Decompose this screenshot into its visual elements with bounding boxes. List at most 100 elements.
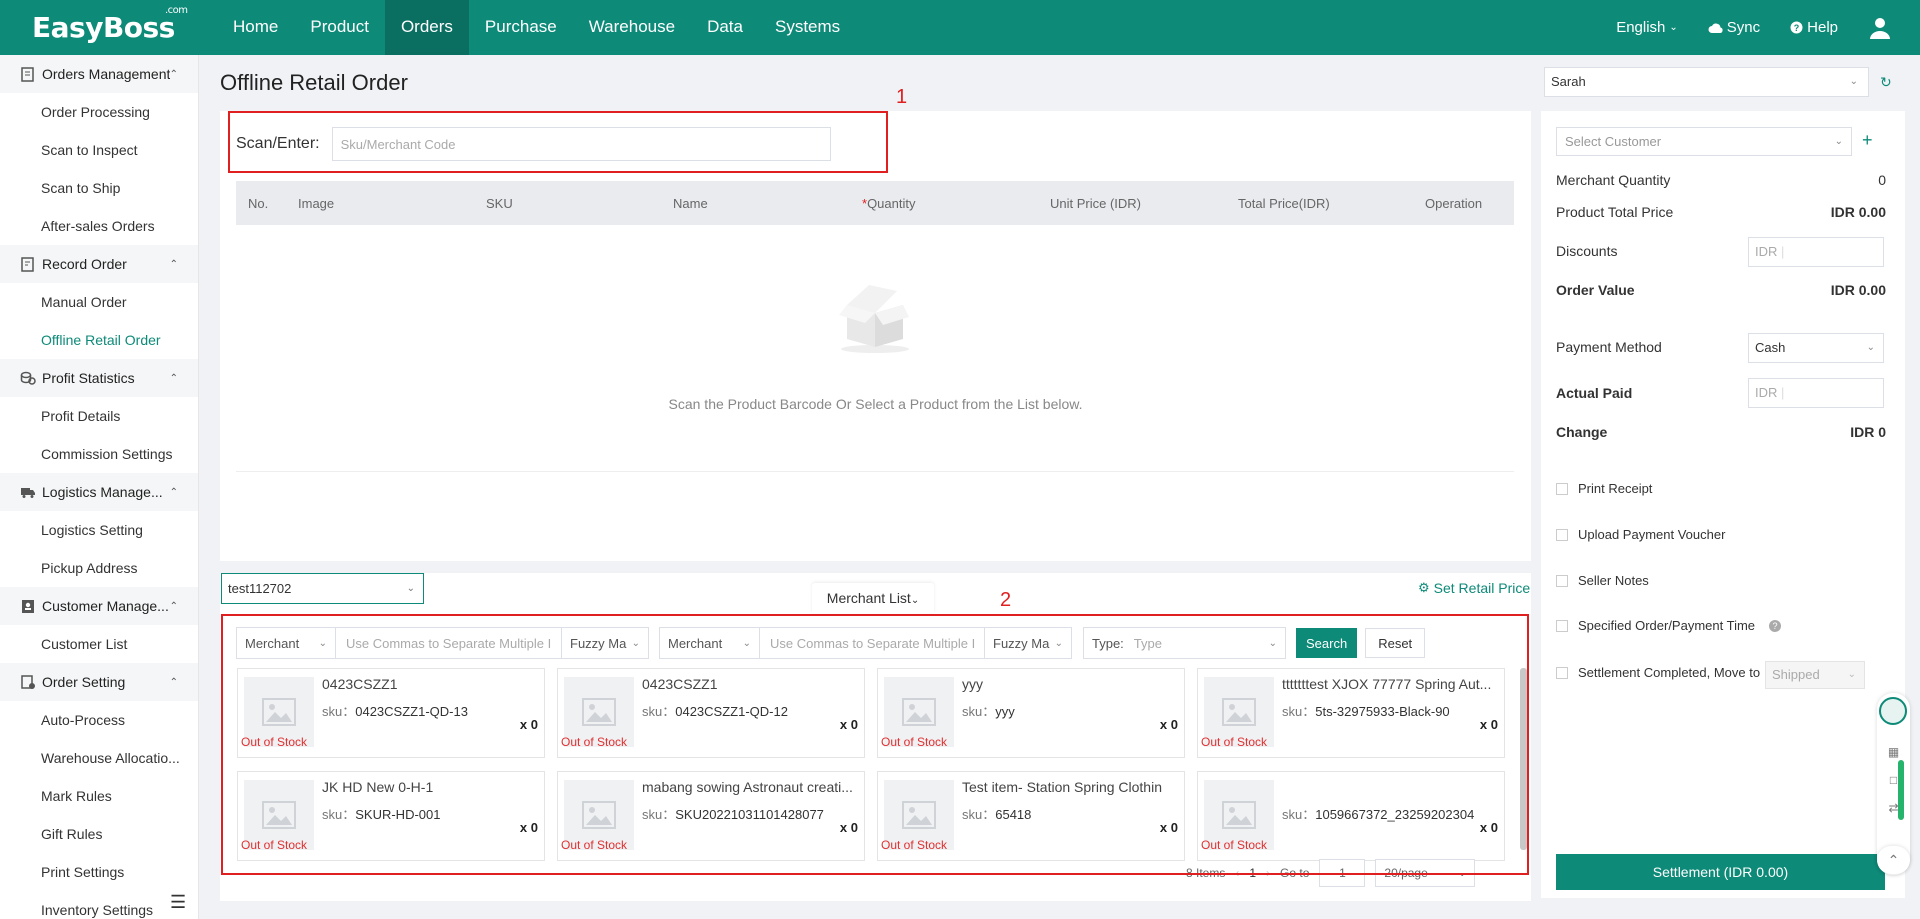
svg-text:?: ? — [1794, 23, 1800, 33]
language-selector[interactable]: English ⌄ — [1616, 19, 1678, 36]
nav-orders[interactable]: Orders — [384, 0, 469, 55]
customer-select[interactable]: Select Customer ⌄ — [1556, 127, 1852, 156]
chevron-down-icon: ⌄ — [1834, 136, 1843, 147]
product-total-row: Product Total Price IDR 0.00 — [1556, 204, 1886, 220]
chevron-up-icon: ⌃ — [169, 677, 178, 688]
col-name: Name — [673, 195, 708, 211]
discounts-input[interactable]: IDR | — [1748, 237, 1884, 267]
col-operation: Operation — [1425, 195, 1483, 211]
sidebar-item-after-sales-orders[interactable]: After-sales Orders — [0, 207, 198, 245]
easyboss-logo[interactable]: EasyBoss .com — [32, 5, 217, 44]
annotation-label-2: 2 — [1000, 589, 1012, 611]
store-select[interactable]: test112702 ⌄ — [221, 573, 424, 604]
merchant-list-tab[interactable]: Merchant List⌄ — [812, 583, 934, 613]
nav-warehouse[interactable]: Warehouse — [573, 0, 691, 55]
nav-systems[interactable]: Systems — [759, 0, 856, 55]
chevron-down-icon: ⌄ — [1669, 22, 1678, 33]
add-customer-icon[interactable]: + — [1862, 130, 1873, 151]
col-quantity: *Quantity — [862, 195, 916, 211]
notebook-icon[interactable]: ▦ — [1888, 745, 1899, 759]
shipped-status-select[interactable]: Shipped ⌄ — [1765, 661, 1865, 689]
annotation-box-1 — [228, 111, 888, 173]
nav-data[interactable]: Data — [691, 0, 759, 55]
sidebar-item-auto-process[interactable]: Auto-Process — [0, 701, 198, 739]
settlement-completed-checkbox[interactable]: Settlement Completed, Move to — [1556, 665, 1760, 680]
sidebar-item-scan-to-inspect[interactable]: Scan to Inspect — [0, 131, 198, 169]
sidebar-group-record-order[interactable]: Record Order ⌃ — [0, 245, 198, 283]
page-title: Offline Retail Order — [220, 70, 408, 95]
nav-home[interactable]: Home — [217, 0, 294, 55]
sidebar-group-profit-statistics[interactable]: Profit Statistics ⌃ — [0, 359, 198, 397]
sidebar-item-gift-rules[interactable]: Gift Rules — [0, 815, 198, 853]
chevron-down-icon: ⌄ — [1849, 76, 1858, 87]
help-icon[interactable]: ? — [1769, 619, 1782, 632]
print-receipt-checkbox[interactable]: Print Receipt — [1556, 481, 1652, 496]
chevron-down-icon: ⌄ — [406, 583, 415, 594]
cloud-sync-icon — [1708, 23, 1723, 33]
actual-paid-row: Actual Paid — [1556, 385, 1633, 401]
set-retail-price-link[interactable]: ⚙ Set Retail Price — [1418, 580, 1530, 596]
sidebar: Orders Management ⌃ Order Processing Sca… — [0, 55, 199, 919]
col-sku: SKU — [486, 195, 513, 211]
sidebar-item-order-processing[interactable]: Order Processing — [0, 93, 198, 131]
col-unit-price: Unit Price (IDR) — [1050, 195, 1142, 211]
checkout-panel — [1541, 111, 1905, 898]
sidebar-item-inventory-settings[interactable]: Inventory Settings — [0, 891, 198, 919]
coins-icon — [20, 371, 36, 385]
help-button[interactable]: ? Help — [1790, 19, 1838, 36]
nav-purchase[interactable]: Purchase — [469, 0, 573, 55]
chevron-up-icon: ⌃ — [169, 259, 178, 270]
order-items-card: Scan/Enter: No. Image SKU Name *Quantity… — [220, 111, 1531, 561]
settings-document-icon — [21, 675, 35, 689]
order-value-row: Order Value IDR 0.00 — [1556, 282, 1886, 298]
refresh-icon[interactable]: ↻ — [1880, 74, 1892, 91]
sidebar-item-mark-rules[interactable]: Mark Rules — [0, 777, 198, 815]
sidebar-item-pickup-address[interactable]: Pickup Address — [0, 549, 198, 587]
sidebar-item-logistics-setting[interactable]: Logistics Setting — [0, 511, 198, 549]
col-image: Image — [298, 195, 335, 211]
payment-method-select[interactable]: Cash ⌄ — [1748, 333, 1884, 363]
sidebar-item-offline-retail-order[interactable]: Offline Retail Order — [0, 321, 198, 359]
main-nav: Home Product Orders Purchase Warehouse D… — [217, 0, 856, 55]
clipboard-icon — [21, 67, 34, 82]
user-avatar-icon[interactable] — [1868, 16, 1892, 40]
sidebar-group-customer-management[interactable]: Customer Manage... ⌃ — [0, 587, 198, 625]
support-avatar[interactable] — [1879, 697, 1907, 725]
sidebar-group-logistics-management[interactable]: Logistics Manage... ⌃ — [0, 473, 198, 511]
section-gap — [220, 561, 1531, 573]
sidebar-item-commission-settings[interactable]: Commission Settings — [0, 435, 198, 473]
upload-voucher-checkbox[interactable]: Upload Payment Voucher — [1556, 527, 1725, 542]
message-icon[interactable]: □ — [1890, 773, 1897, 787]
sidebar-item-profit-details[interactable]: Profit Details — [0, 397, 198, 435]
sidebar-item-scan-to-ship[interactable]: Scan to Ship — [0, 169, 198, 207]
sidebar-item-manual-order[interactable]: Manual Order — [0, 283, 198, 321]
chevron-up-icon: ⌃ — [169, 487, 178, 498]
divider — [236, 471, 1514, 472]
actual-paid-input[interactable]: IDR | — [1748, 378, 1884, 408]
seller-notes-checkbox[interactable]: Seller Notes — [1556, 573, 1649, 588]
nav-product[interactable]: Product — [294, 0, 385, 55]
sync-button[interactable]: Sync — [1708, 19, 1760, 36]
annotation-box-2 — [221, 614, 1529, 875]
document-edit-icon — [21, 257, 34, 272]
specified-time-checkbox[interactable]: Specified Order/Payment Time ? — [1556, 618, 1782, 633]
change-row: Change IDR 0 — [1556, 424, 1886, 440]
chevron-up-icon: ⌃ — [169, 69, 178, 80]
status-indicator — [1898, 760, 1904, 820]
back-to-top-icon[interactable]: ⌃ — [1877, 846, 1910, 874]
gear-icon: ⚙ — [1418, 580, 1430, 595]
operator-select[interactable]: Sarah ⌄ — [1544, 67, 1869, 97]
order-table-header: No. Image SKU Name *Quantity Unit Price … — [236, 181, 1514, 225]
sidebar-item-print-settings[interactable]: Print Settings — [0, 853, 198, 891]
collapse-menu-icon[interactable]: ☰ — [170, 892, 186, 913]
sidebar-group-orders-management[interactable]: Orders Management ⌃ — [0, 55, 198, 93]
annotation-label-1: 1 — [896, 86, 908, 108]
sidebar-item-customer-list[interactable]: Customer List — [0, 625, 198, 663]
chevron-down-icon: ⌄ — [1847, 669, 1856, 680]
empty-box-icon — [839, 285, 909, 353]
col-total-price: Total Price(IDR) — [1238, 195, 1330, 211]
settlement-button[interactable]: Settlement (IDR 0.00) — [1556, 854, 1885, 890]
sidebar-item-warehouse-allocation[interactable]: Warehouse Allocatio... — [0, 739, 198, 777]
truck-icon — [21, 488, 35, 498]
sidebar-group-order-setting[interactable]: Order Setting ⌃ — [0, 663, 198, 701]
